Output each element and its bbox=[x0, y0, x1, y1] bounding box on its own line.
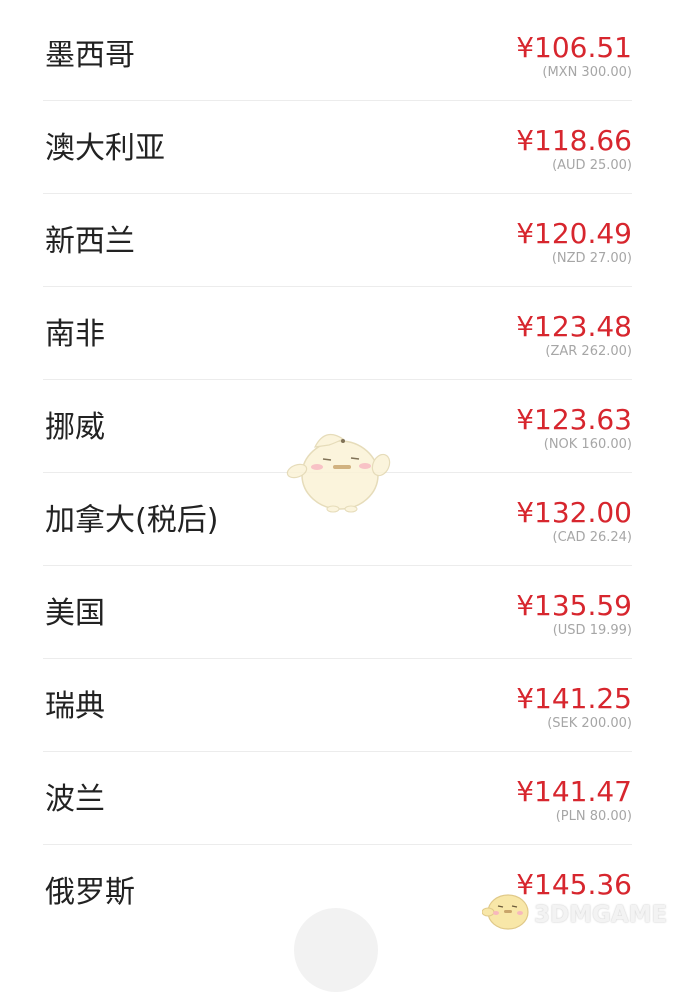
original-price: (MXN 300.00) bbox=[542, 65, 632, 80]
local-price: ¥135.59 bbox=[516, 589, 632, 622]
scroll-indicator bbox=[294, 908, 378, 992]
original-price: (USD 19.99) bbox=[552, 623, 632, 638]
original-price: (PLN 80.00) bbox=[555, 809, 632, 824]
local-price: ¥118.66 bbox=[516, 124, 632, 157]
original-price: (NZD 27.00) bbox=[551, 251, 632, 266]
list-item[interactable]: 加拿大(税后) ¥132.00 (CAD 26.24) bbox=[43, 473, 632, 566]
local-price: ¥123.48 bbox=[516, 310, 632, 343]
original-price: (NOK 160.00) bbox=[543, 437, 632, 452]
original-price: (SEK 200.00) bbox=[547, 716, 632, 731]
local-price: ¥120.49 bbox=[516, 217, 632, 250]
original-price: (ZAR 262.00) bbox=[545, 344, 632, 359]
list-item[interactable]: 墨西哥 ¥106.51 (MXN 300.00) bbox=[43, 8, 632, 101]
local-price: ¥141.47 bbox=[516, 775, 632, 808]
list-item[interactable]: 澳大利亚 ¥118.66 (AUD 25.00) bbox=[43, 101, 632, 194]
list-item[interactable]: 瑞典 ¥141.25 (SEK 200.00) bbox=[43, 659, 632, 752]
country-name: 澳大利亚 bbox=[45, 131, 165, 166]
price-list: 墨西哥 ¥106.51 (MXN 300.00) 澳大利亚 ¥118.66 (A… bbox=[43, 8, 632, 938]
local-price: ¥132.00 bbox=[516, 496, 632, 529]
local-price: ¥145.36 bbox=[516, 868, 632, 901]
country-name: 俄罗斯 bbox=[45, 875, 135, 910]
list-item[interactable]: 新西兰 ¥120.49 (NZD 27.00) bbox=[43, 194, 632, 287]
country-name: 新西兰 bbox=[45, 224, 135, 259]
country-name: 波兰 bbox=[45, 782, 105, 817]
local-price: ¥123.63 bbox=[516, 403, 632, 436]
original-price: (AUD 25.00) bbox=[552, 158, 632, 173]
list-item[interactable]: 美国 ¥135.59 (USD 19.99) bbox=[43, 566, 632, 659]
local-price: ¥141.25 bbox=[516, 682, 632, 715]
local-price: ¥106.51 bbox=[516, 31, 632, 64]
country-name: 加拿大(税后) bbox=[45, 503, 219, 538]
list-item[interactable]: 波兰 ¥141.47 (PLN 80.00) bbox=[43, 752, 632, 845]
list-item[interactable]: 挪威 ¥123.63 (NOK 160.00) bbox=[43, 380, 632, 473]
country-name: 瑞典 bbox=[45, 689, 105, 724]
country-name: 挪威 bbox=[45, 410, 105, 445]
country-name: 美国 bbox=[45, 596, 105, 631]
original-price: (CAD 26.24) bbox=[552, 530, 632, 545]
country-name: 南非 bbox=[45, 317, 105, 352]
list-item[interactable]: 南非 ¥123.48 (ZAR 262.00) bbox=[43, 287, 632, 380]
country-name: 墨西哥 bbox=[45, 38, 135, 73]
